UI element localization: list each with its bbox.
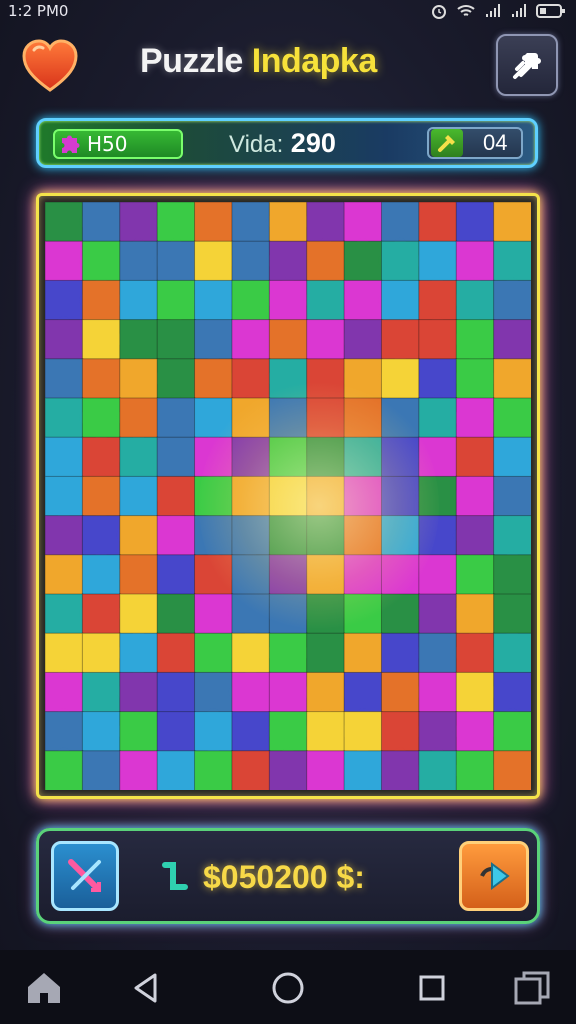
signal-icon (486, 4, 500, 17)
back-triangle-icon (134, 973, 157, 1003)
nav-home-button[interactable] (22, 966, 66, 1010)
wifi-icon (457, 5, 475, 16)
tool-button[interactable] (51, 841, 119, 911)
game-title: Puzzle Indapka (140, 42, 377, 81)
signal-icon-2 (512, 4, 526, 17)
nav-multitask-button[interactable] (510, 966, 554, 1010)
recents-square-icon (419, 975, 445, 1001)
system-nav-bar (0, 950, 576, 1024)
nav-recents-button[interactable] (410, 966, 454, 1010)
hint-counter[interactable]: 04 (427, 127, 523, 159)
battery-icon (536, 4, 565, 18)
alarm-icon (432, 5, 446, 19)
bottom-toolbar: $050200 $: (36, 828, 540, 924)
arrow-right-icon (480, 862, 510, 890)
title-part-1: Puzzle (140, 42, 243, 80)
stats-bar: H50 Vida: 290 04 (36, 118, 538, 168)
pencil-wand-icon (68, 859, 101, 892)
score-value: 290 (290, 128, 336, 158)
settings-button[interactable] (496, 34, 558, 96)
score-display: Vida: 290 (229, 128, 336, 159)
board-gloss (45, 202, 531, 790)
status-bar: 1:2 PM0 (0, 0, 576, 24)
coin-balance: $050200 $: (161, 857, 365, 897)
coin-balance-text: $050200 $: (203, 858, 365, 895)
heart-icon (22, 39, 78, 92)
puzzle-board[interactable] (36, 193, 540, 799)
puzzle-settings-icon (513, 53, 541, 79)
moves-counter-label: H50 (87, 132, 128, 156)
title-part-2: Indapka (251, 42, 377, 80)
puzzle-piece-icon (62, 135, 80, 153)
nav-back-button[interactable] (124, 966, 168, 1010)
puzzle-grid[interactable] (45, 202, 531, 790)
hint-count: 04 (483, 130, 508, 155)
lives-heart-button[interactable] (20, 38, 80, 94)
score-label: Vida: (229, 131, 284, 158)
home-icon (28, 973, 60, 1003)
home-circle-icon (272, 972, 304, 1004)
snake-coin-icon (162, 862, 188, 890)
multitask-icon (514, 971, 550, 1005)
hammer-icon (431, 129, 463, 157)
nav-circle-button[interactable] (266, 966, 310, 1010)
status-icons (430, 2, 566, 20)
status-time: 1:2 PM0 (8, 2, 69, 20)
next-button[interactable] (459, 841, 529, 911)
moves-counter[interactable]: H50 (53, 129, 183, 159)
